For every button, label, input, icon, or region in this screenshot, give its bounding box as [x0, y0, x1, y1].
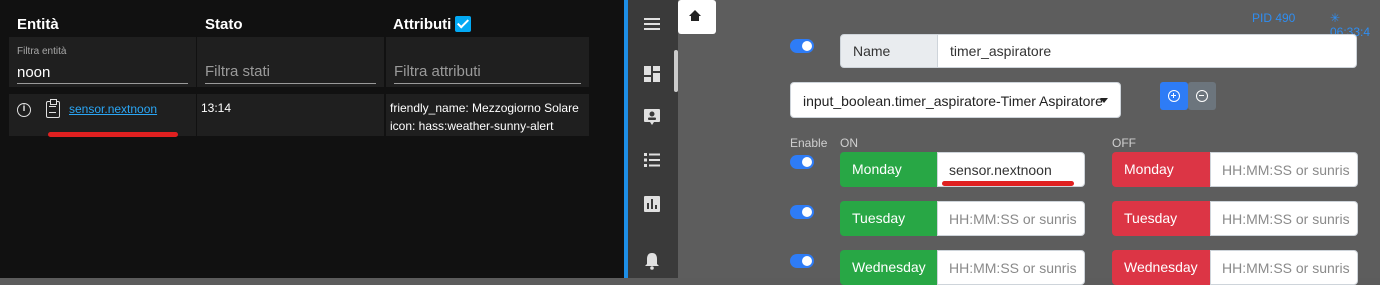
states-panel: Entità Stato Attributi Filtra entità noo… — [0, 0, 624, 278]
clipboard-icon[interactable] — [46, 99, 60, 118]
state-filter-underline — [205, 83, 376, 84]
wednesday-on-placeholder: HH:MM:SS or sunris — [949, 260, 1077, 276]
remove-button[interactable] — [1188, 82, 1216, 110]
monday-enable-toggle[interactable] — [790, 155, 814, 169]
attributes-filter-underline — [394, 83, 581, 84]
entity-filter-underline — [17, 83, 188, 84]
entity-link[interactable]: sensor.nextnoon — [69, 102, 157, 116]
chart-icon[interactable] — [642, 194, 662, 214]
attributes-text: friendly_name: Mezzogiorno Solare icon: … — [390, 99, 579, 135]
entity-select[interactable]: input_boolean.timer_aspiratore-Timer Asp… — [790, 82, 1121, 118]
entity-select-value: input_boolean.timer_aspiratore-Timer Asp… — [803, 93, 1103, 109]
wednesday-on-label: Wednesday — [840, 250, 937, 285]
entity-filter-label: Filtra entità — [17, 46, 67, 57]
plus-circle-icon — [1168, 90, 1180, 102]
state-cell: 13:14 — [197, 94, 384, 136]
monday-off-input[interactable]: HH:MM:SS or sunris — [1210, 152, 1358, 187]
dashboard-icon[interactable] — [642, 64, 662, 84]
enable-label: Enable — [790, 136, 828, 150]
tuesday-off-input[interactable]: HH:MM:SS or sunris — [1210, 201, 1358, 236]
add-button[interactable] — [1160, 82, 1188, 110]
annotation-underline-right — [942, 181, 1074, 186]
attribute-friendly-name: friendly_name: Mezzogiorno Solare — [390, 101, 579, 115]
home-button[interactable] — [678, 0, 716, 34]
bell-icon[interactable] — [642, 251, 662, 271]
scheduler-panel: PID 490 ✳ 06:33:4 Name timer_aspiratore … — [678, 0, 1380, 285]
attribute-icon: icon: hass:weather-sunny-alert — [390, 119, 554, 133]
entity-header[interactable]: Entità — [17, 16, 59, 33]
tuesday-off-label: Tuesday — [1112, 201, 1210, 236]
sidebar — [628, 0, 678, 278]
entity-filter[interactable]: Filtra entità noon — [9, 37, 196, 87]
attributes-cell: friendly_name: Mezzogiorno Solare icon: … — [386, 94, 589, 136]
attributes-filter-placeholder[interactable]: Filtra attributi — [394, 63, 481, 80]
wednesday-off-label: Wednesday — [1112, 250, 1210, 285]
minus-circle-icon — [1196, 90, 1208, 102]
pid-status: PID 490 — [1252, 11, 1296, 25]
monday-on-label: Monday — [840, 152, 937, 187]
on-label: ON — [840, 136, 858, 150]
off-label: OFF — [1112, 136, 1136, 150]
monday-off-placeholder: HH:MM:SS or sunris — [1222, 162, 1350, 178]
wednesday-enable-toggle[interactable] — [790, 254, 814, 268]
state-value: 13:14 — [201, 101, 232, 115]
tuesday-on-label: Tuesday — [840, 201, 937, 236]
attributes-header: Attributi — [393, 16, 472, 33]
tuesday-on-input[interactable]: HH:MM:SS or sunris — [937, 201, 1085, 236]
attributes-header-label: Attributi — [393, 16, 452, 33]
wednesday-off-placeholder: HH:MM:SS or sunris — [1222, 260, 1350, 276]
info-icon[interactable] — [17, 103, 31, 117]
caret-down-icon — [1100, 98, 1108, 103]
monday-off-label: Monday — [1112, 152, 1210, 187]
annotation-underline — [48, 132, 178, 137]
state-header[interactable]: Stato — [205, 16, 243, 33]
main-enable-toggle[interactable] — [790, 39, 814, 53]
attributes-filter[interactable]: Filtra attributi — [386, 37, 589, 87]
attributes-checkbox[interactable] — [455, 16, 472, 32]
name-input[interactable]: timer_aspiratore — [937, 34, 1357, 68]
state-filter[interactable]: Filtra stati — [197, 37, 384, 87]
tuesday-off-placeholder: HH:MM:SS or sunris — [1222, 211, 1350, 227]
list-icon[interactable] — [642, 150, 662, 170]
menu-icon[interactable] — [642, 14, 662, 34]
wednesday-off-input[interactable]: HH:MM:SS or sunris — [1210, 250, 1358, 285]
tuesday-enable-toggle[interactable] — [790, 205, 814, 219]
wednesday-on-input[interactable]: HH:MM:SS or sunris — [937, 250, 1085, 285]
entity-filter-value[interactable]: noon — [17, 64, 50, 81]
state-filter-placeholder[interactable]: Filtra stati — [205, 63, 270, 80]
entity-cell: sensor.nextnoon — [9, 94, 196, 136]
monday-on-value: sensor.nextnoon — [949, 162, 1052, 178]
account-box-icon[interactable] — [642, 107, 662, 127]
name-label: Name — [840, 34, 938, 68]
tuesday-on-placeholder: HH:MM:SS or sunris — [949, 211, 1077, 227]
